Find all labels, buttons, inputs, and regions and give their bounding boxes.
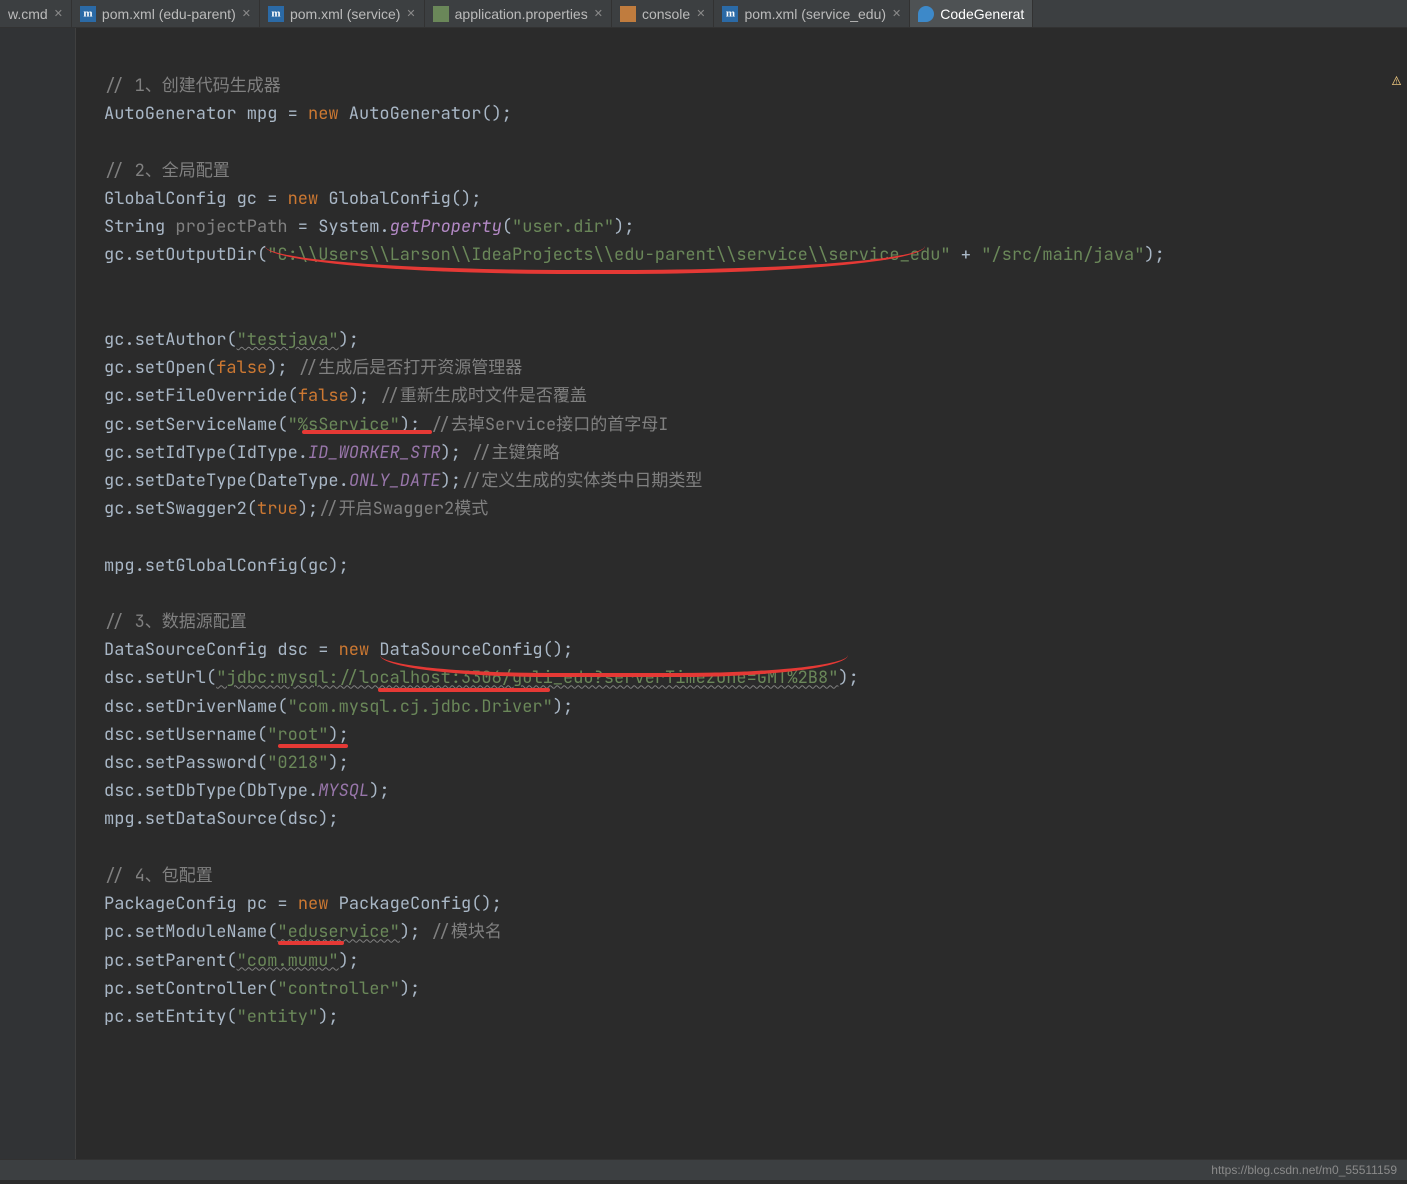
java-icon [918,6,934,22]
tab-label: pom.xml (edu-parent) [102,7,236,21]
tab-label: CodeGenerat [940,7,1024,21]
code-content[interactable]: // 1、创建代码生成器 AutoGenerator mpg = new Aut… [76,28,1407,1159]
close-icon[interactable]: ✕ [242,7,251,21]
tab-label: w.cmd [8,7,48,21]
properties-icon [433,6,449,22]
close-icon[interactable]: ✕ [594,7,603,21]
annotation-mark [278,941,344,945]
tab-label: pom.xml (service) [290,7,400,21]
gutter [0,28,70,1159]
annotation-mark [302,430,432,434]
close-icon[interactable]: ✕ [696,7,705,21]
editor-tabs: w.cmd ✕ pom.xml (edu-parent) ✕ pom.xml (… [0,0,1407,28]
code-comment: // 4、包配置 [104,865,213,887]
code-comment: // 2、全局配置 [104,160,230,182]
tab-pom-service-edu[interactable]: pom.xml (service_edu) ✕ [714,0,910,27]
tab-label: application.properties [455,7,588,21]
html-icon [620,6,636,22]
maven-icon [722,6,738,22]
maven-icon [80,6,96,22]
annotation-mark [378,688,550,692]
warning-icon[interactable]: ⚠ [1392,66,1401,94]
code-comment: // 1、创建代码生成器 [104,75,281,97]
tab-label: console [642,7,690,21]
status-bar: https://blog.csdn.net/m0_55511159 [0,1159,1407,1180]
tab-console[interactable]: console ✕ [612,0,714,27]
annotation-mark [278,744,348,748]
maven-icon [268,6,284,22]
tab-pom-edu-parent[interactable]: pom.xml (edu-parent) ✕ [72,0,260,27]
tab-pom-service[interactable]: pom.xml (service) ✕ [260,0,425,27]
tab-label: pom.xml (service_edu) [744,7,886,21]
code-comment: // 3、数据源配置 [104,611,247,633]
tab-codegenerator[interactable]: CodeGenerat [910,0,1033,27]
tab-cmd[interactable]: w.cmd ✕ [0,0,72,27]
close-icon[interactable]: ✕ [406,7,415,21]
editor-area: // 1、创建代码生成器 AutoGenerator mpg = new Aut… [0,28,1407,1159]
close-icon[interactable]: ✕ [892,7,901,21]
close-icon[interactable]: ✕ [54,7,63,21]
tab-application-properties[interactable]: application.properties ✕ [425,0,612,27]
